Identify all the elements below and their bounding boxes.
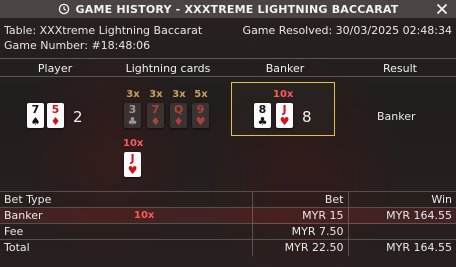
lightning-card-2: 7 ♦ [147,103,164,128]
lightning-multiplier: 5x [194,89,208,100]
bet-amount: MYR 22.50 [251,239,348,256]
header-win: Win [347,191,456,208]
column-result: Result [383,62,417,75]
bet-type: Total [0,239,252,256]
card-suit: ♠ [30,115,41,128]
bet-type: Banker [4,209,43,222]
result-value: Banker [377,110,416,123]
win-amount [347,223,456,240]
game-number: Game Number: #18:48:06 [4,39,151,52]
header-bet-type: Bet Type [0,191,252,208]
lightning-card-highlighted: J ♥ [124,152,141,177]
window-title: GAME HISTORY - XXXTREME LIGHTNING BACCAR… [75,2,399,16]
history-icon [58,3,69,15]
close-icon [436,3,448,15]
table-row: Total MYR 22.50 MYR 164.55 [0,239,456,256]
table-row: Banker 10x MYR 15 MYR 164.55 [0,207,456,224]
bets-table: Bet Type Bet Win Banker 10x MYR 15 MYR 1… [0,191,456,256]
table-name: Table: XXXtreme Lightning Baccarat [4,24,203,37]
lightning-multiplier: 3x [126,89,140,100]
win-amount: MYR 164.55 [347,239,456,256]
card-suit: ♦ [150,115,161,128]
card-suit: ♥ [195,115,206,128]
lightning-multiplier: 3x [149,89,163,100]
header-bet: Bet [251,191,348,208]
bet-type: Fee [0,223,252,240]
lightning-card-4: 9 ♥ [192,103,209,128]
bet-amount: MYR 7.50 [251,223,348,240]
column-lightning: Lightning cards [125,62,211,75]
card-suit: ♣ [127,115,138,128]
column-player: Player [37,62,73,75]
banker-card-1: 8 ♣ [254,103,271,128]
divider [0,76,456,77]
close-button[interactable] [434,1,450,17]
divider [0,58,456,59]
lightning-card-1: 3 ♣ [124,103,141,128]
table-row: Fee MYR 7.50 [0,223,456,240]
card-suit: ♦ [50,115,61,128]
card-suit: ♥ [127,164,138,177]
card-suit: ♦ [173,115,184,128]
bet-multiplier: 10x [134,210,155,221]
column-banker: Banker [265,62,305,75]
player-card-1: 7 ♠ [27,103,44,128]
lightning-multiplier: 3x [172,89,186,100]
table-header-row: Bet Type Bet Win [0,191,456,208]
banker-card-2: J ♥ [276,103,293,128]
win-amount: MYR 164.55 [347,207,456,224]
lightning-multiplier: 10x [123,138,144,149]
bet-amount: MYR 15 [251,207,348,224]
game-resolved: Game Resolved: 30/03/2025 02:48:34 [242,24,452,37]
player-card-2: 5 ♦ [47,103,64,128]
banker-multiplier: 10x [273,89,294,100]
title-bar: GAME HISTORY - XXXTREME LIGHTNING BACCAR… [0,0,456,18]
card-suit: ♣ [257,115,268,128]
bet-type-cell: Banker 10x [0,207,252,224]
card-suit: ♥ [279,115,290,128]
player-score: 2 [73,108,83,126]
banker-score: 8 [302,108,312,126]
lightning-card-3: Q ♦ [170,103,187,128]
